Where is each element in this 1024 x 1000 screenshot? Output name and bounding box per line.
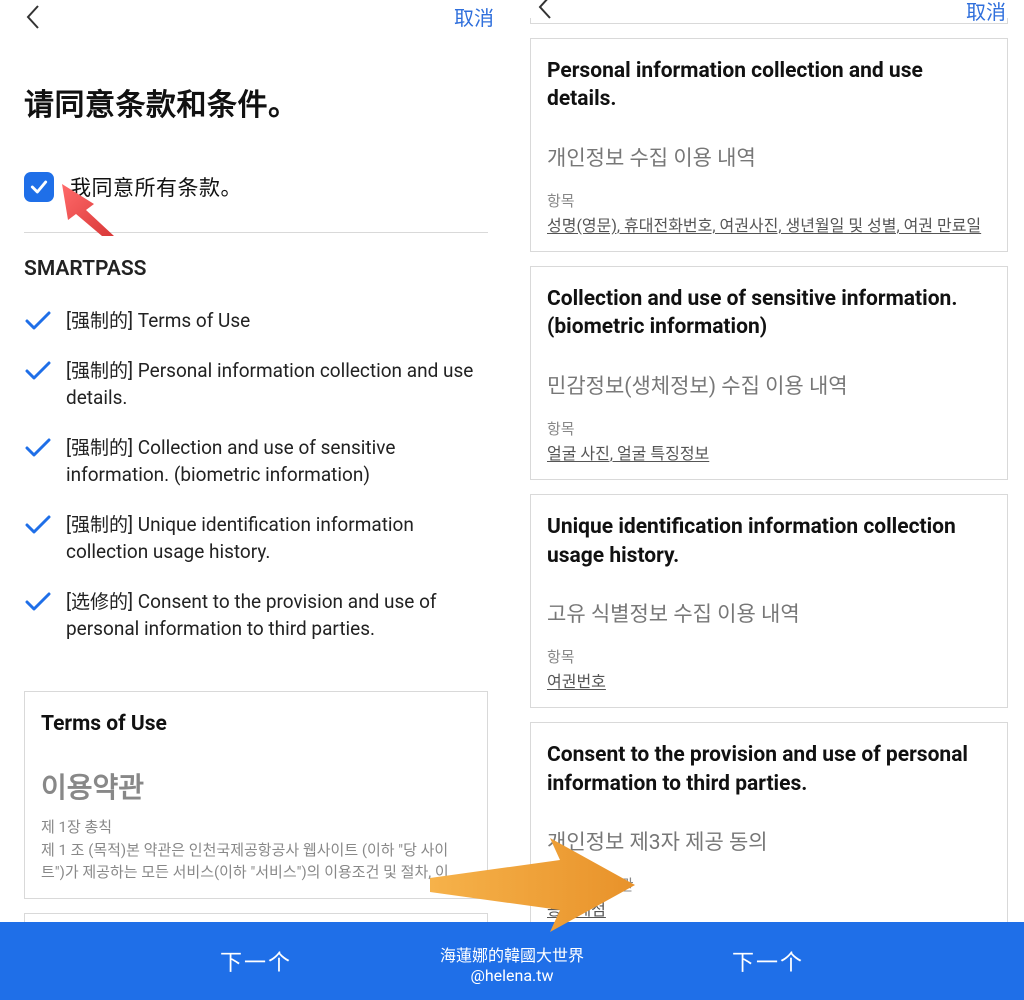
back-button[interactable] xyxy=(532,0,558,20)
term-item[interactable]: [强制的] Unique identification information … xyxy=(24,511,488,566)
term-text: [强制的] Unique identification information … xyxy=(66,511,488,566)
card-detail-link[interactable]: 얼굴 사진, 얼굴 특징정보 xyxy=(547,443,991,465)
term-item[interactable]: [选修的] Consent to the provision and use o… xyxy=(24,588,488,643)
terms-list: [强制的] Terms of Use [强制的] Personal inform… xyxy=(24,307,488,643)
card-subtitle: 개인정보 제3자 제공 동의 xyxy=(547,826,991,856)
divider xyxy=(24,232,488,233)
back-button[interactable] xyxy=(20,4,46,30)
next-button-right[interactable]: 下一个 xyxy=(512,945,1024,977)
card-title: Consent to the provision and use of pers… xyxy=(547,741,991,798)
card-edge xyxy=(530,18,1008,24)
card-title: Terms of Use xyxy=(41,710,471,738)
check-icon xyxy=(24,590,52,614)
agree-all-checkbox[interactable] xyxy=(24,172,54,202)
card-detail-link[interactable]: 용면세점 xyxy=(547,899,991,921)
check-icon xyxy=(24,436,52,460)
check-icon xyxy=(24,513,52,537)
card-title: Unique identification information collec… xyxy=(547,513,991,570)
check-icon xyxy=(29,177,49,197)
info-card[interactable]: Personal information collection and use … xyxy=(530,38,1008,252)
card-korean-body: 제 1장 총칙 제 1 조 (목적)본 약관은 인천국제공항공사 웹사이트 (이… xyxy=(41,816,471,884)
card-subtitle: 개인정보 수집 이용 내역 xyxy=(547,142,991,172)
page-title: 请同意条款和条件。 xyxy=(24,80,488,124)
card-korean-title: 이용약관 xyxy=(41,766,471,806)
card-detail-link[interactable]: 여권번호 xyxy=(547,671,991,693)
watermark-line1: 海蓮娜的韓國大世界 xyxy=(440,946,584,965)
card-title: Collection and use of sensitive informat… xyxy=(547,285,991,342)
card-field-label: 항목 xyxy=(547,418,991,439)
info-card[interactable]: Consent to the provision and use of pers… xyxy=(530,722,1008,936)
card-field-label: 항목 xyxy=(547,190,991,211)
card-field-label: 제공받는 기관 xyxy=(547,874,991,895)
chevron-left-icon xyxy=(25,4,41,30)
term-text: [强制的] Personal information collection an… xyxy=(66,357,488,412)
agree-all-label: 我同意所有条款。 xyxy=(70,172,242,202)
terms-card[interactable]: Terms of Use 이용약관 제 1장 총칙 제 1 조 (목적)본 약관… xyxy=(24,691,488,899)
watermark: 海蓮娜的韓國大世界 @helena.tw xyxy=(440,946,584,986)
term-item[interactable]: [强制的] Collection and use of sensitive in… xyxy=(24,434,488,489)
next-button-left[interactable]: 下一个 xyxy=(0,945,512,977)
info-card[interactable]: Unique identification information collec… xyxy=(530,494,1008,708)
watermark-line2: @helena.tw xyxy=(470,966,553,985)
term-text: [强制的] Terms of Use xyxy=(66,307,258,335)
card-detail-link[interactable]: 성명(영문), 휴대전화번호, 여권사진, 생년월일 및 성별, 여권 만료일 xyxy=(547,215,991,237)
chevron-left-icon xyxy=(537,0,553,20)
term-item[interactable]: [强制的] Terms of Use xyxy=(24,307,488,335)
term-text: [强制的] Collection and use of sensitive in… xyxy=(66,434,488,489)
check-icon xyxy=(24,309,52,333)
card-field-label: 항목 xyxy=(547,646,991,667)
card-subtitle: 고유 식별정보 수집 이용 내역 xyxy=(547,598,991,628)
check-icon xyxy=(24,359,52,383)
info-card[interactable]: Collection and use of sensitive informat… xyxy=(530,266,1008,480)
cancel-button-left[interactable]: 取消 xyxy=(454,0,494,31)
term-item[interactable]: [强制的] Personal information collection an… xyxy=(24,357,488,412)
section-heading: SMARTPASS xyxy=(24,257,488,281)
card-subtitle: 민감정보(생체정보) 수집 이용 내역 xyxy=(547,370,991,400)
card-title: Personal information collection and use … xyxy=(547,57,991,114)
term-text: [选修的] Consent to the provision and use o… xyxy=(66,588,488,643)
